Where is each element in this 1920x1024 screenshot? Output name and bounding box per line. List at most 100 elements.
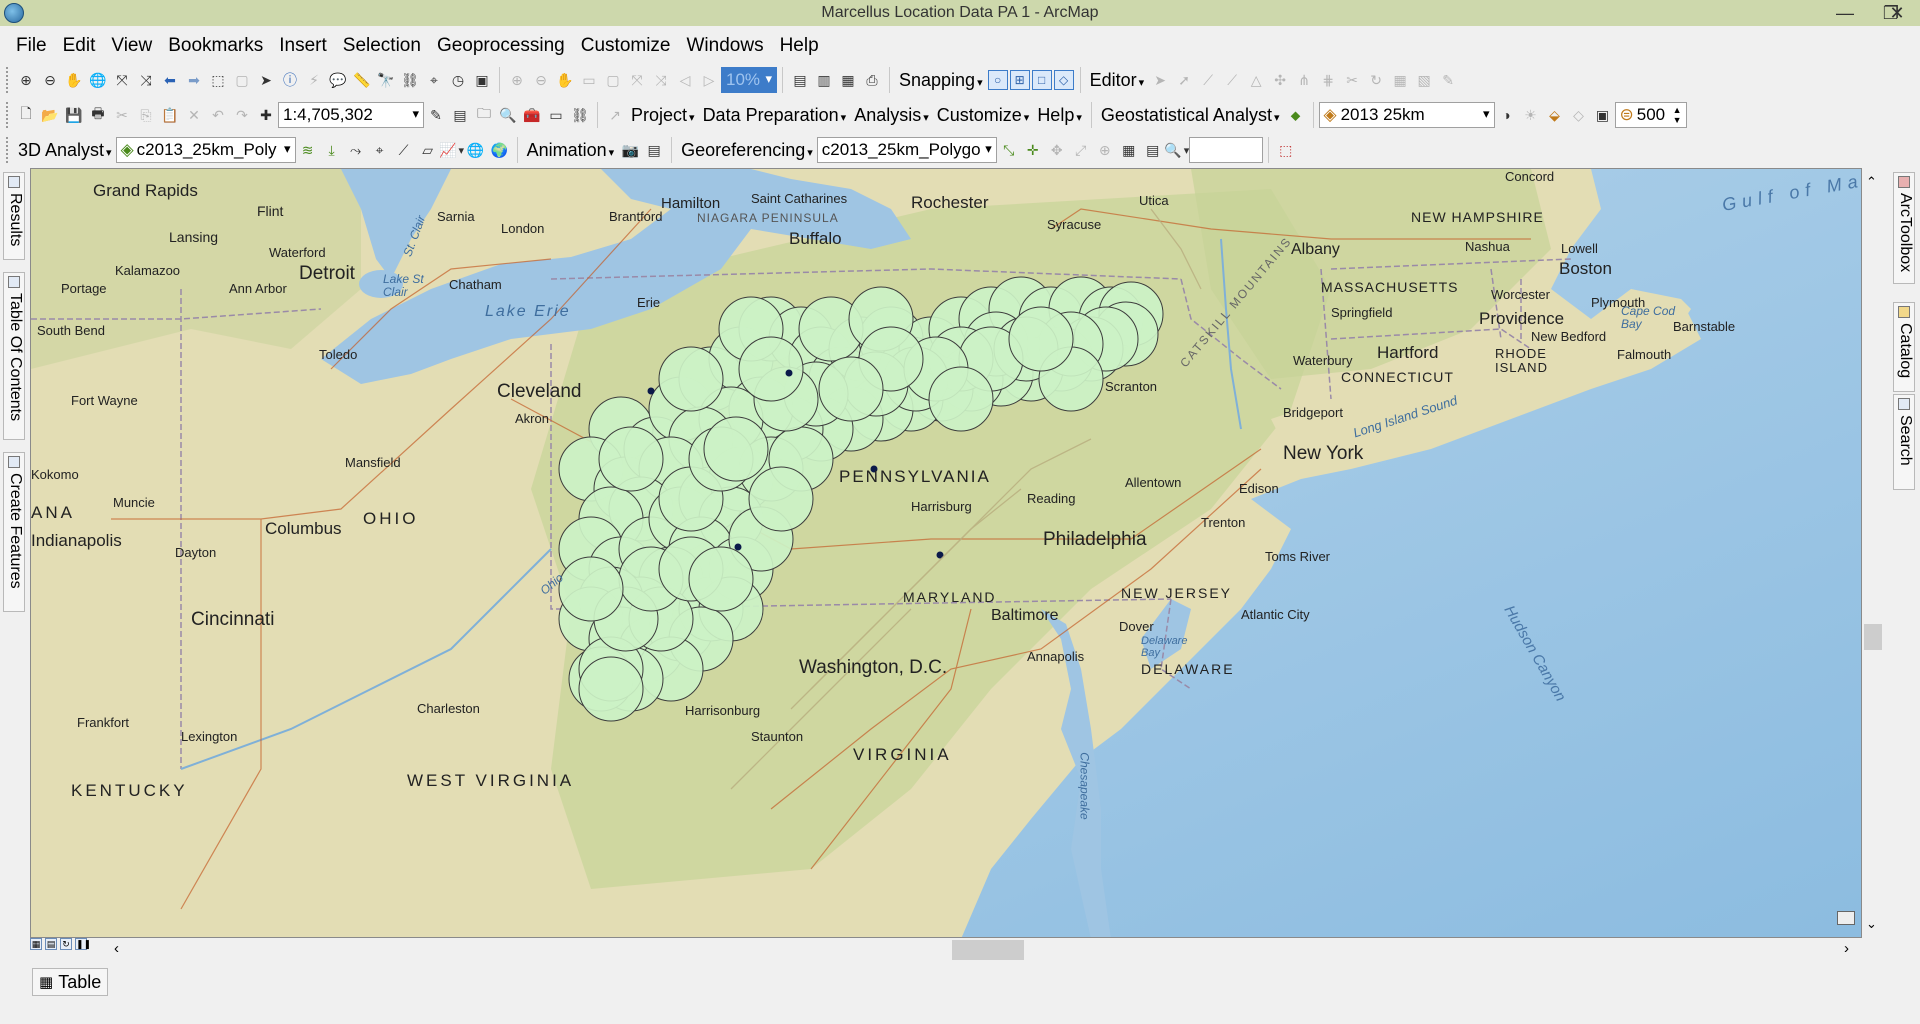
identify-icon[interactable]: ⓘ: [279, 69, 301, 91]
new-icon[interactable]: 🗋: [15, 104, 37, 126]
vertex-edit-icon[interactable]: ✣: [1269, 69, 1291, 91]
map-vertical-scrollbar[interactable]: ⌃ ⌄: [1862, 168, 1884, 938]
html-popup-icon[interactable]: 💬: [327, 69, 349, 91]
georeferencing-layer-combo[interactable]: c2013_25km_Polygo ▾: [816, 137, 997, 163]
zoom-whole-page-icon[interactable]: ▭: [578, 69, 600, 91]
zoom-100-icon[interactable]: ▢: [602, 69, 624, 91]
back-extent-icon[interactable]: ⬅: [159, 69, 181, 91]
scroll-left-icon[interactable]: ‹: [114, 940, 119, 957]
data-driven-pages-icon[interactable]: ⎙: [861, 69, 883, 91]
georeferencing-menu[interactable]: Georeferencing: [681, 140, 813, 161]
analysis-menu[interactable]: Analysis: [854, 105, 929, 126]
find-icon[interactable]: 🔭: [375, 69, 397, 91]
toolbar-grip[interactable]: [6, 67, 10, 93]
focus-data-frame-icon[interactable]: ▥: [813, 69, 835, 91]
map-tips-icon[interactable]: [1837, 911, 1855, 925]
pause-drawing-icon[interactable]: ❚❚: [75, 938, 91, 950]
geostatistical-wizard-icon[interactable]: ⬥: [1285, 104, 1307, 126]
layout-zoom-out-icon[interactable]: ⊖: [530, 69, 552, 91]
scroll-up-icon[interactable]: ⌃: [1866, 174, 1877, 190]
help-menu[interactable]: Help: [1037, 105, 1082, 126]
3d-analyst-menu[interactable]: 3D Analyst: [18, 140, 112, 161]
redo-icon[interactable]: ↷: [231, 104, 253, 126]
select-features-icon[interactable]: ⬚: [207, 69, 229, 91]
interpolate-line-icon[interactable]: ⟋: [393, 139, 415, 161]
scroll-right-icon[interactable]: ›: [1844, 940, 1849, 957]
display-settings-icon[interactable]: ▣: [1592, 104, 1614, 126]
layout-view-icon[interactable]: ▤: [45, 938, 57, 950]
swipe-icon[interactable]: ⬙: [1544, 104, 1566, 126]
geostatistical-analyst-menu[interactable]: Geostatistical Analyst: [1101, 105, 1280, 126]
menu-geoprocessing[interactable]: Geoprocessing: [429, 35, 573, 57]
line-of-sight-icon[interactable]: ⤳: [345, 139, 367, 161]
menu-windows[interactable]: Windows: [679, 35, 772, 57]
sketch-properties-icon[interactable]: ▧: [1413, 69, 1435, 91]
resolution-spinner[interactable]: ⊜ 500 ▲ ▼: [1614, 102, 1687, 128]
menu-edit[interactable]: Edit: [55, 35, 104, 57]
arcmap-app-icon[interactable]: [4, 3, 24, 23]
edit-annotation-icon[interactable]: ➚: [1173, 69, 1195, 91]
whats-this-icon[interactable]: ↗: [604, 104, 626, 126]
catalog-window-icon[interactable]: 🗀: [473, 104, 495, 126]
change-layout-icon[interactable]: ▦: [837, 69, 859, 91]
search-window-icon[interactable]: 🔍: [497, 104, 519, 126]
auto-registration-icon[interactable]: ⊕: [1094, 139, 1116, 161]
map-scale-combo[interactable]: 1:4,705,302 ▾: [278, 102, 424, 128]
forward-layout-icon[interactable]: ▷: [698, 69, 720, 91]
edit-tool-icon[interactable]: ➤: [1149, 69, 1171, 91]
data-view-icon[interactable]: ▦: [30, 938, 42, 950]
close-icon[interactable]: ✕: [1874, 0, 1920, 26]
create-viewer-icon[interactable]: ▣: [471, 69, 493, 91]
menu-help[interactable]: Help: [772, 35, 827, 57]
menu-insert[interactable]: Insert: [271, 35, 335, 57]
print-icon[interactable]: 🖶: [87, 104, 109, 126]
construction-tools-icon[interactable]: △: [1245, 69, 1267, 91]
attributes-icon[interactable]: ▦: [1389, 69, 1411, 91]
animation-menu[interactable]: Animation: [527, 140, 615, 161]
add-control-points-icon[interactable]: ✛: [1022, 139, 1044, 161]
select-elements-icon[interactable]: ➤: [255, 69, 277, 91]
search-tab[interactable]: Search: [1893, 394, 1915, 490]
fixed-zoom-out-icon[interactable]: ⤨: [135, 69, 157, 91]
arcscene-icon[interactable]: 🌐: [465, 139, 487, 161]
map-horizontal-scrollbar[interactable]: ‹ ›: [100, 938, 1862, 962]
link-table-icon[interactable]: ▤: [1142, 139, 1164, 161]
snapping-menu[interactable]: Snapping: [899, 70, 983, 91]
transparency-icon[interactable]: ◇: [1568, 104, 1590, 126]
arcglobe-icon[interactable]: 🌍: [489, 139, 511, 161]
data-preparation-menu[interactable]: Data Preparation: [703, 105, 847, 126]
scale-icon[interactable]: ⤢: [1070, 139, 1092, 161]
paste-icon[interactable]: 📋: [159, 104, 181, 126]
scroll-down-icon[interactable]: ⌄: [1866, 916, 1877, 932]
zoom-control[interactable]: 10% ▾: [721, 67, 777, 93]
create-features-icon[interactable]: ✎: [1437, 69, 1459, 91]
measure-icon[interactable]: 📏: [351, 69, 373, 91]
menu-bookmarks[interactable]: Bookmarks: [160, 35, 271, 57]
catalog-tab[interactable]: Catalog: [1893, 302, 1915, 392]
vertex-snapping-icon[interactable]: □: [1031, 70, 1052, 90]
fixed-zoom-in-layout-icon[interactable]: ⤧: [626, 69, 648, 91]
end-snapping-icon[interactable]: ⊞: [1009, 70, 1030, 90]
hyperlink-icon[interactable]: ⚡: [303, 69, 325, 91]
toggle-draft-icon[interactable]: ▤: [789, 69, 811, 91]
straight-segment-icon[interactable]: ⟋: [1197, 69, 1219, 91]
steepest-path-icon[interactable]: ⤓: [321, 139, 343, 161]
full-extent-icon[interactable]: 🌐: [87, 69, 109, 91]
arctoolbox-icon[interactable]: 🧰: [521, 104, 543, 126]
results-tab[interactable]: Results: [3, 172, 25, 260]
toolbar-grip[interactable]: [6, 137, 10, 163]
delete-icon[interactable]: ✕: [183, 104, 205, 126]
table-window-tab[interactable]: ▦ Table: [32, 968, 109, 996]
time-slider-icon[interactable]: ◷: [447, 69, 469, 91]
arctoolbox-tab[interactable]: ArcToolbox: [1893, 172, 1915, 284]
interpolate-point-icon[interactable]: ⌖: [369, 139, 391, 161]
zoom-out-icon[interactable]: ⊖: [39, 69, 61, 91]
python-window-icon[interactable]: ▭: [545, 104, 567, 126]
edge-snapping-icon[interactable]: ◇: [1053, 70, 1074, 90]
create-features-tab[interactable]: Create Features: [3, 452, 25, 612]
table-of-contents-icon[interactable]: ▤: [449, 104, 471, 126]
zoom-in-icon[interactable]: ⊕: [15, 69, 37, 91]
rotate-icon[interactable]: ↻: [1365, 69, 1387, 91]
rotate-georef-icon[interactable]: ⤡: [998, 139, 1020, 161]
split-icon[interactable]: ⋕: [1317, 69, 1339, 91]
